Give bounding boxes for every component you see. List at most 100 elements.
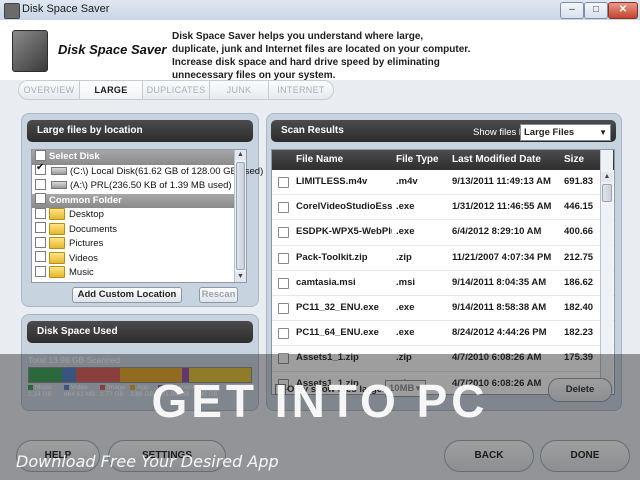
show-files-by-value: Large Files	[524, 127, 575, 138]
cell-size: 446.15	[564, 201, 594, 213]
location-list: Select Disk (C:\) Local Disk(61.62 GB of…	[31, 149, 263, 283]
row-checkbox[interactable]	[278, 227, 289, 239]
row-checkbox[interactable]	[278, 328, 289, 340]
maximize-button[interactable]: □	[584, 2, 608, 19]
cell-type: .m4v	[396, 176, 418, 187]
common-folder-checkbox[interactable]	[35, 193, 46, 205]
location-panel-title: Large files by location	[27, 120, 253, 142]
cell-type: .msi	[396, 276, 416, 288]
folder-item-pictures[interactable]: Pictures	[32, 236, 246, 252]
folder-label: Documents	[69, 223, 118, 235]
folder-item-music[interactable]: Music	[32, 265, 246, 281]
disk-c-checkbox[interactable]	[35, 161, 46, 176]
scroll-down-arrow-icon[interactable]: ▼	[235, 272, 246, 282]
disk-a-checkbox[interactable]	[35, 178, 46, 190]
row-checkbox[interactable]	[278, 177, 289, 188]
cell-type: .exe	[396, 226, 415, 238]
folder-label: Desktop	[69, 209, 104, 220]
row-checkbox[interactable]	[278, 302, 289, 314]
cell-date: 9/14/2011 8:04:35 AM	[452, 276, 547, 288]
scroll-thumb[interactable]	[236, 162, 245, 270]
show-files-by-select[interactable]: Large Files ▼	[520, 124, 611, 141]
cell-date: 1/31/2012 11:46:55 AM	[452, 201, 552, 213]
cell-name: camtasia.msi	[296, 276, 356, 288]
scroll-thumb[interactable]	[602, 184, 612, 202]
folder-label: Pictures	[69, 238, 104, 249]
cell-name: LIMITLESS.m4v	[296, 176, 368, 187]
column-file-type[interactable]: File Type	[396, 150, 439, 170]
disk-item-a[interactable]: (A:\) PRL(236.50 KB of 1.39 MB used)	[32, 178, 246, 194]
cell-size: 182.40	[564, 301, 594, 313]
folder-checkbox[interactable]	[35, 236, 46, 248]
column-last-modified[interactable]: Last Modified Date	[452, 150, 541, 170]
chevron-down-icon: ▼	[599, 128, 607, 137]
add-custom-location-button[interactable]: Add Custom Location	[72, 287, 182, 303]
select-disk-checkbox[interactable]	[35, 149, 46, 161]
cell-name: Pack-Toolkit.zip	[296, 251, 368, 263]
scroll-up-arrow-icon[interactable]: ▲	[601, 172, 613, 182]
disk-a-label: (A:\) PRL(236.50 KB of 1.39 MB used)	[70, 180, 232, 191]
table-row[interactable]: PC11_64_ENU.exe .exe 8/24/2012 4:44:26 PM 1…	[272, 321, 614, 347]
results-table-header: File Name File Type Last Modified Date S…	[272, 150, 614, 170]
folder-icon	[49, 266, 65, 279]
drive-icon	[51, 181, 67, 190]
window-title: Disk Space Saver	[22, 3, 110, 15]
folder-icon	[49, 237, 65, 250]
cell-size: 400.66	[564, 226, 594, 238]
folder-icon	[49, 222, 65, 235]
table-row[interactable]: Pack-Toolkit.zip .zip 11/21/2007 4:07:34 P…	[272, 245, 614, 271]
row-checkbox[interactable]	[278, 252, 289, 264]
folder-checkbox[interactable]	[35, 265, 46, 277]
tab-internet[interactable]: INTERNET	[268, 80, 334, 100]
folder-checkbox[interactable]	[35, 207, 46, 219]
drive-icon	[51, 166, 67, 175]
cell-date: 11/21/2007 4:07:34 PM	[452, 251, 552, 263]
tab-junk[interactable]: JUNK	[209, 80, 268, 100]
cell-date: 9/13/2011 11:49:13 AM	[452, 176, 551, 187]
row-checkbox[interactable]	[278, 202, 289, 214]
cell-size: 186.62	[564, 276, 594, 288]
cell-size: 212.75	[564, 251, 594, 263]
tab-overview[interactable]: OVERVIEW	[18, 80, 79, 100]
table-row[interactable]: LIMITLESS.m4v .m4v 9/13/2011 11:49:13 AM 69…	[272, 170, 614, 196]
common-folder-header: Common Folder	[32, 193, 246, 208]
disk-item-c[interactable]: (C:\) Local Disk(61.62 GB of 128.00 GB u…	[32, 161, 263, 180]
table-row[interactable]: ESDPK-WPX5-WebPlu .exe 6/4/2012 8:29:10 AM…	[272, 220, 614, 246]
app-icon	[4, 3, 20, 19]
folder-label: Videos	[69, 252, 98, 264]
tab-large[interactable]: LARGE	[79, 80, 142, 100]
tab-bar: OVERVIEW LARGE DUPLICATES JUNK INTERNET	[18, 80, 334, 100]
minimize-button[interactable]: –	[560, 2, 584, 19]
app-description: Disk Space Saver helps you understand wh…	[172, 31, 471, 81]
title-bar: Disk Space Saver – □ ✕	[0, 0, 640, 21]
table-row[interactable]: PC11_32_ENU.exe .exe 9/14/2011 8:58:38 AM 1…	[272, 295, 614, 322]
folder-item-documents[interactable]: Documents	[32, 222, 246, 238]
location-scrollbar[interactable]: ▲ ▼	[234, 150, 246, 282]
folder-icon	[49, 251, 65, 264]
column-file-name[interactable]: File Name	[296, 150, 343, 170]
table-row[interactable]: CorelVideoStudioEsse .exe 1/31/2012 11:46:…	[272, 195, 614, 221]
column-size[interactable]: Size	[564, 150, 584, 170]
cell-name: PC11_32_ENU.exe	[296, 301, 379, 313]
scroll-up-arrow-icon[interactable]: ▲	[235, 150, 246, 160]
cell-date: 6/4/2012 8:29:10 AM	[452, 226, 542, 238]
folder-item-videos[interactable]: Videos	[32, 251, 246, 267]
row-checkbox[interactable]	[278, 277, 289, 289]
cell-size: 182.23	[564, 327, 594, 339]
cell-date: 9/14/2011 8:58:38 AM	[452, 301, 547, 313]
table-row[interactable]: camtasia.msi .msi 9/14/2011 8:04:35 AM 186.…	[272, 270, 614, 296]
app-logo-icon	[12, 30, 48, 72]
rescan-button[interactable]: Rescan	[199, 287, 238, 303]
cell-size: 691.83	[564, 176, 594, 187]
folder-checkbox[interactable]	[35, 251, 46, 263]
folder-checkbox[interactable]	[35, 222, 46, 234]
common-folder-label: Common Folder	[49, 194, 122, 206]
watermark-subtitle: Download Free Your Desired App	[16, 452, 279, 471]
watermark-title: GET INTO PC	[151, 375, 489, 427]
folder-item-desktop[interactable]: Desktop	[32, 207, 246, 223]
app-name: Disk Space Saver	[58, 42, 167, 57]
select-disk-label: Select Disk	[49, 151, 100, 162]
disk-used-title: Disk Space Used	[27, 321, 253, 343]
tab-duplicates[interactable]: DUPLICATES	[142, 80, 209, 100]
close-button[interactable]: ✕	[608, 2, 638, 19]
